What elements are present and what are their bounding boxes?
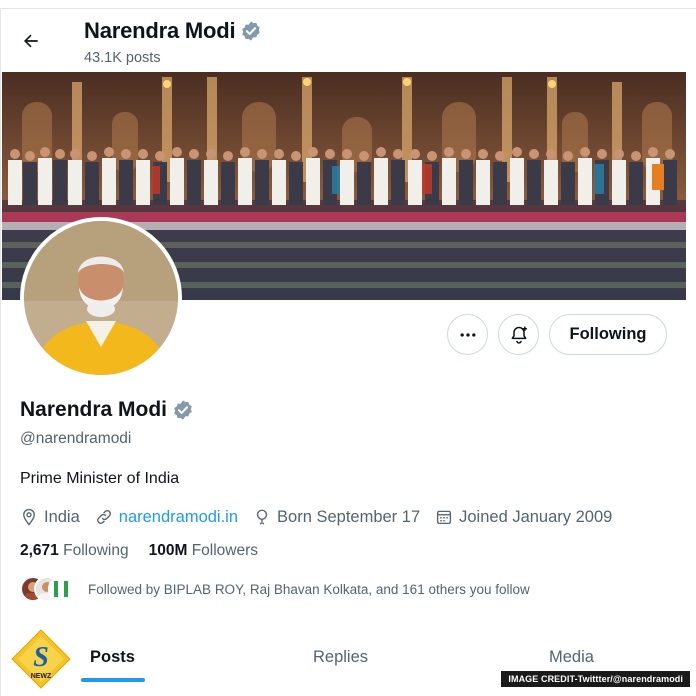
following-label: Following [63, 542, 129, 559]
followers-label: Followers [191, 542, 259, 559]
calendar-icon [437, 510, 452, 525]
active-tab-indicator [81, 678, 145, 682]
joined-text: Joined January 2009 [459, 507, 613, 526]
newz-logo: S NEWZ [10, 628, 72, 690]
followed-by-row[interactable]: Followed by BIPLAB ROY, Raj Bhavan Kolka… [20, 574, 530, 604]
logo-text: NEWZ [31, 673, 52, 680]
back-arrow-icon [24, 34, 38, 48]
profile-header: Narendra Modi 43.1K posts [0, 12, 696, 70]
tab-posts[interactable]: Posts [90, 630, 135, 684]
following-button[interactable]: Following [549, 314, 667, 355]
followed-by-text: Followed by BIPLAB ROY, Raj Bhavan Kolka… [88, 581, 530, 597]
following-count: 2,671 [20, 542, 59, 559]
back-button[interactable] [14, 24, 48, 58]
profile-meta: India narendramodi.in Born September 17 … [20, 505, 627, 529]
header-title: Narendra Modi [84, 18, 262, 44]
tab-replies[interactable]: Replies [313, 630, 368, 684]
website-item[interactable]: narendramodi.in [95, 508, 238, 527]
followers-count: 100M [148, 542, 188, 559]
more-options-button[interactable] [447, 314, 488, 355]
followers-stat[interactable]: 100M Followers [149, 542, 258, 560]
link-icon [96, 510, 111, 524]
notifications-button[interactable] [498, 314, 539, 355]
profile-avatar[interactable] [20, 217, 182, 379]
location-icon [23, 508, 35, 526]
location-text: India [44, 507, 80, 526]
birthday-item: Born September 17 [253, 508, 420, 527]
followers-you-know-avatars [20, 576, 74, 602]
notification-bell-icon [511, 326, 527, 344]
profile-name: Narendra Modi [20, 398, 168, 421]
birthday-text: Born September 17 [277, 507, 421, 526]
verified-badge-icon[interactable] [172, 399, 194, 421]
location-item: India [20, 508, 80, 527]
profile-bio: Prime Minister of India [20, 470, 180, 487]
more-icon [460, 332, 475, 337]
verified-badge-icon [240, 20, 262, 42]
profile-name-row: Narendra Modi [20, 398, 194, 422]
joined-item: Joined January 2009 [435, 508, 612, 527]
website-link[interactable]: narendramodi.in [119, 508, 238, 527]
logo-letter: S [33, 642, 49, 673]
image-credit: IMAGE CREDIT-Twittter/@narendramodi [501, 671, 690, 687]
header-name: Narendra Modi [84, 18, 236, 43]
following-stat[interactable]: 2,671 Following [20, 542, 129, 560]
follow-stats: 2,671 Following 100M Followers [20, 542, 278, 560]
header-post-count: 43.1K posts [84, 50, 161, 66]
birthday-icon [256, 509, 268, 525]
profile-handle: @narendramodi [20, 430, 132, 447]
avatar [48, 576, 74, 602]
